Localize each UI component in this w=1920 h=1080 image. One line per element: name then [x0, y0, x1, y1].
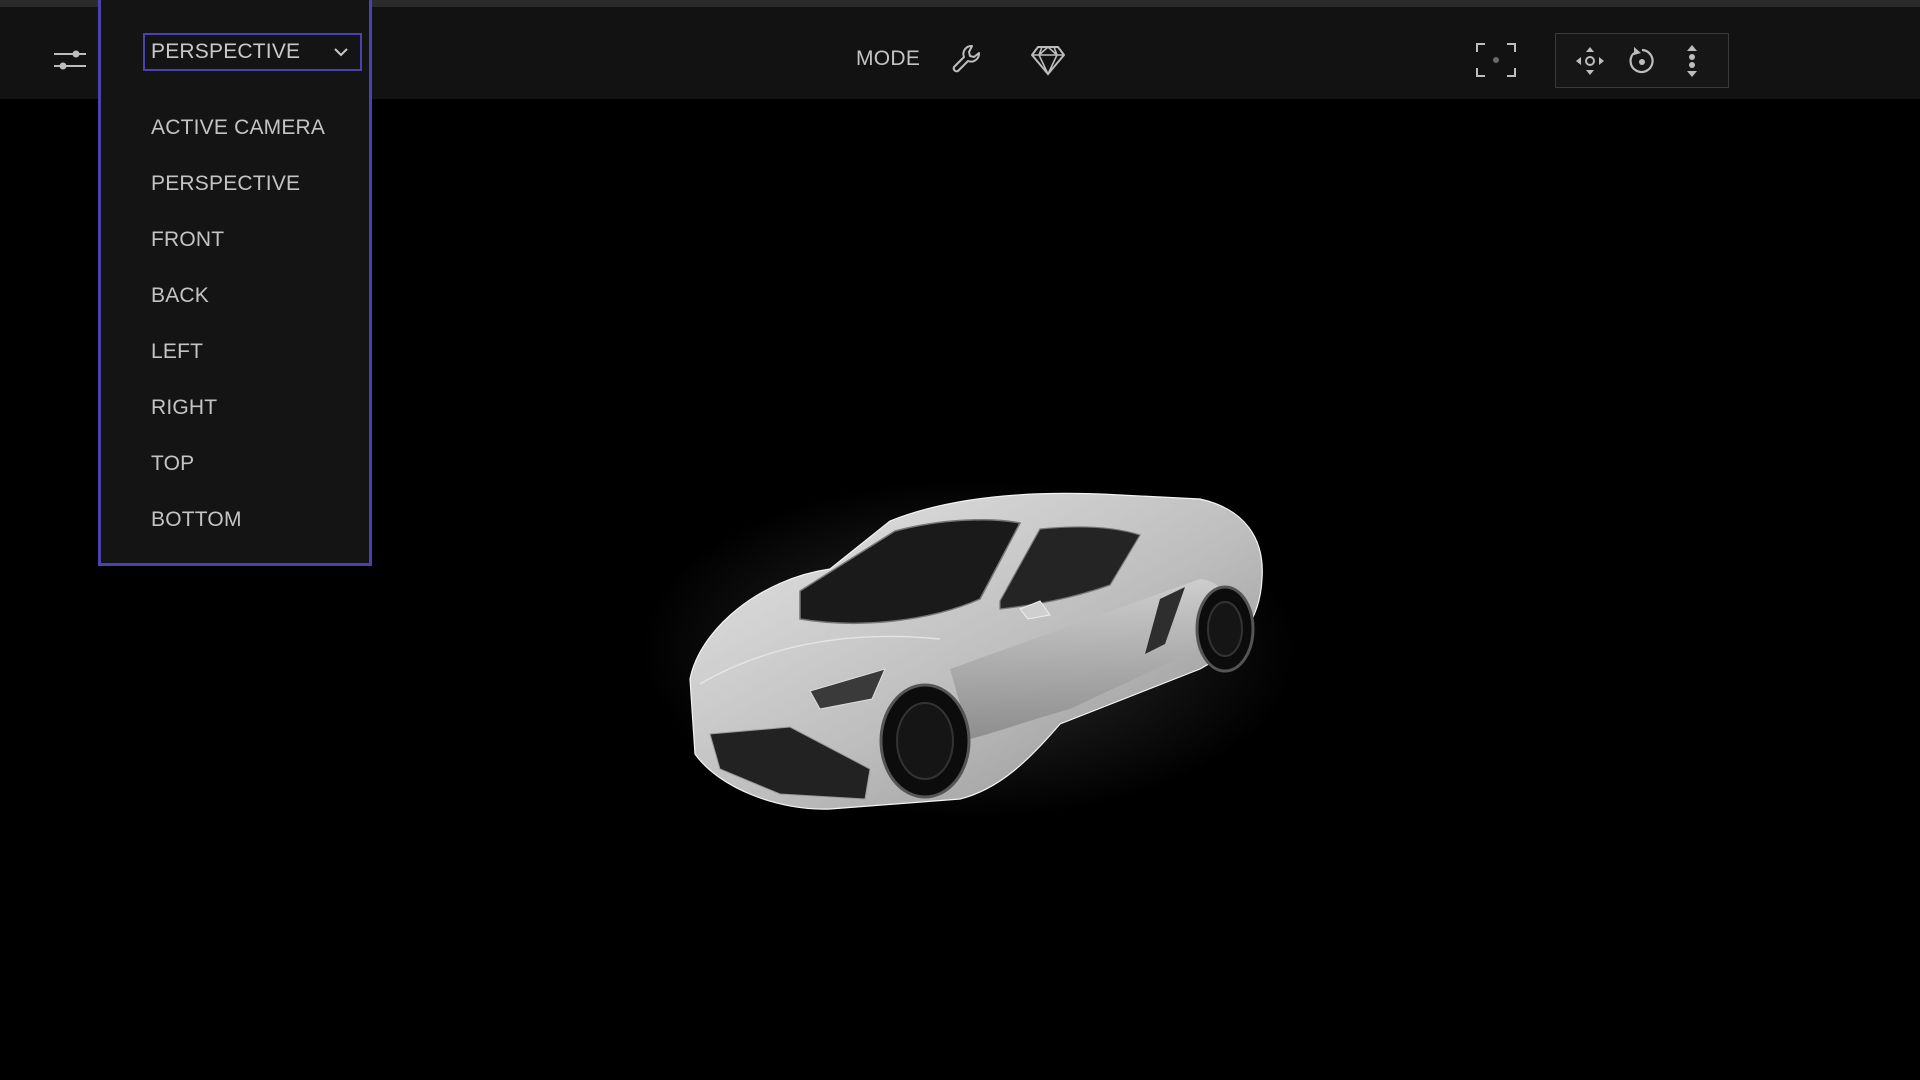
chevron-down-icon	[332, 43, 350, 61]
sliders-icon	[54, 50, 86, 70]
wrench-icon	[952, 45, 980, 73]
sports-car-model	[640, 469, 1300, 829]
view-dropdown-menu: ACTIVE CAMERA PERSPECTIVE FRONT BACK LEF…	[98, 0, 372, 566]
material-button[interactable]	[1028, 40, 1068, 80]
dolly-icon	[1687, 45, 1697, 77]
view-option-perspective[interactable]: PERSPECTIVE	[151, 168, 325, 224]
view-select[interactable]: PERSPECTIVE	[143, 33, 362, 71]
view-option-bottom[interactable]: BOTTOM	[151, 504, 325, 560]
view-option-front[interactable]: FRONT	[151, 224, 325, 280]
diamond-icon	[1031, 45, 1065, 76]
view-option-right[interactable]: RIGHT	[151, 392, 325, 448]
app-window: MODE ACTIVE CAMERA PERSPECTIVE FRONT BAC…	[0, 0, 1920, 1080]
pan-icon	[1576, 47, 1604, 75]
settings-button[interactable]	[50, 43, 90, 77]
frame-icon	[1476, 43, 1516, 77]
view-option-top[interactable]: TOP	[151, 448, 325, 504]
orbit-button[interactable]	[1624, 44, 1660, 78]
fit-view-button[interactable]	[1474, 40, 1518, 80]
orbit-icon	[1629, 47, 1654, 74]
car-render	[640, 479, 1300, 819]
view-option-active-camera[interactable]: ACTIVE CAMERA	[151, 112, 325, 168]
pan-button[interactable]	[1572, 44, 1608, 78]
mode-label: MODE	[856, 47, 921, 70]
view-select-value: PERSPECTIVE	[151, 40, 301, 63]
view-options-list: ACTIVE CAMERA PERSPECTIVE FRONT BACK LEF…	[151, 112, 325, 560]
view-option-back[interactable]: BACK	[151, 280, 325, 336]
wrench-button[interactable]	[948, 40, 988, 80]
dolly-button[interactable]	[1674, 44, 1710, 78]
view-option-left[interactable]: LEFT	[151, 336, 325, 392]
navigation-controls	[1555, 33, 1729, 88]
